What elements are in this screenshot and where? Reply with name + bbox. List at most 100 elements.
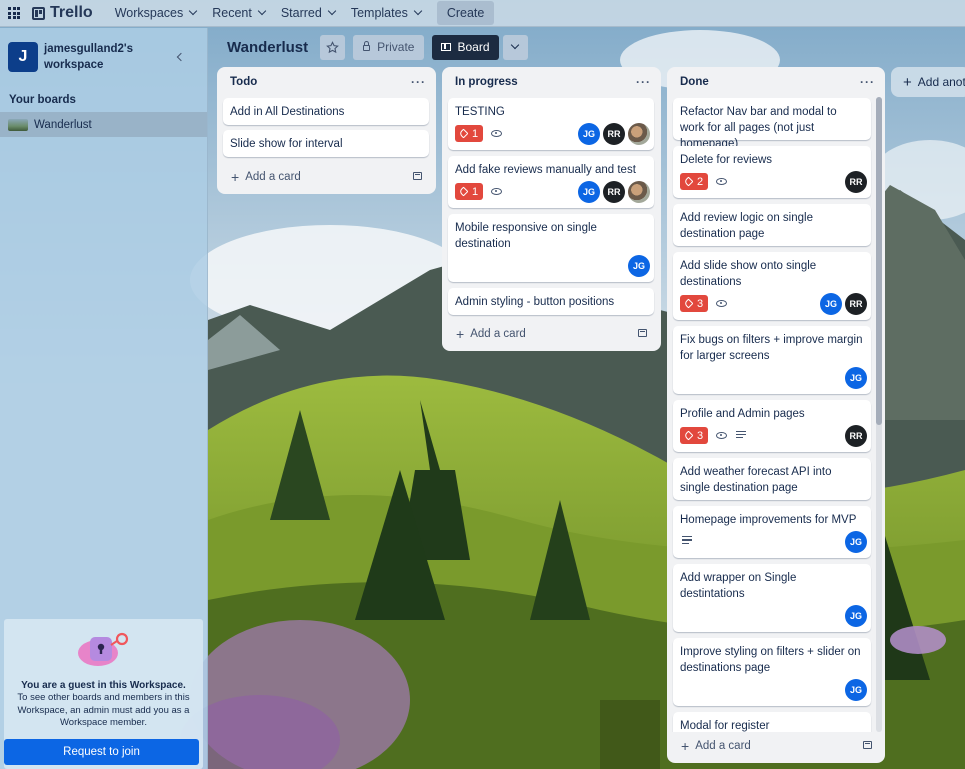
watch-icon xyxy=(716,300,728,307)
card-title: Homepage improvements for MVP xyxy=(680,514,857,526)
card-title: Improve styling on filters + slider on d… xyxy=(680,646,861,674)
avatar[interactable] xyxy=(628,181,650,203)
your-boards-heading: Your boards xyxy=(9,94,76,106)
list-menu-icon[interactable]: ··· xyxy=(636,75,651,89)
list-card[interactable]: Add weather forecast API into single des… xyxy=(673,458,871,500)
watch-icon xyxy=(716,432,728,439)
badge-count: 1 xyxy=(472,127,479,140)
add-card-label: Add a card xyxy=(245,171,301,183)
create-from-template-icon[interactable] xyxy=(863,741,872,749)
badge-count: 2 xyxy=(697,175,704,188)
watch-icon xyxy=(491,130,503,137)
collapse-sidebar-icon[interactable] xyxy=(176,52,186,62)
card-title: Add slide show onto single destinations xyxy=(680,260,817,288)
workspace-sidebar: J jamesgulland2's workspace Your boards … xyxy=(0,28,208,769)
list-card[interactable]: Add wrapper on Single destintations JG xyxy=(673,564,871,632)
list-card[interactable]: Profile and Admin pages 3 RR xyxy=(673,400,871,452)
avatar[interactable]: RR xyxy=(603,123,625,145)
watch-icon xyxy=(491,188,503,195)
chevron-down-icon xyxy=(188,6,198,16)
comment-badge: 3 xyxy=(680,295,709,312)
card-title: Add weather forecast API into single des… xyxy=(680,466,832,494)
list-card[interactable]: Fix bugs on filters + improve margin for… xyxy=(673,326,871,394)
list-card[interactable]: Delete for reviews 2 RR xyxy=(673,146,871,198)
list-card[interactable]: Refactor Nav bar and modal to work for a… xyxy=(673,98,871,150)
guest-lock-illustration xyxy=(77,632,128,666)
create-from-template-icon[interactable] xyxy=(413,172,422,180)
list-card[interactable]: Mobile responsive on single destination … xyxy=(448,214,654,282)
board-title[interactable]: Wanderlust xyxy=(227,39,308,56)
workspace-avatar[interactable]: J xyxy=(8,42,38,72)
tag-icon xyxy=(683,430,694,441)
list-card[interactable]: Add slide show onto single destinations … xyxy=(673,252,871,320)
trello-logo[interactable]: Trello xyxy=(32,4,93,22)
avatar[interactable]: JG xyxy=(845,367,867,389)
avatar[interactable]: JG xyxy=(820,293,842,315)
list-card[interactable]: TESTING 1 JG RR xyxy=(448,98,654,150)
list-card[interactable]: Homepage improvements for MVP JG xyxy=(673,506,871,558)
avatar[interactable]: JG xyxy=(845,605,867,627)
list-card[interactable]: Improve styling on filters + slider on d… xyxy=(673,638,871,706)
nav-starred-label: Starred xyxy=(280,6,322,20)
workspace-name[interactable]: jamesgulland2's workspace xyxy=(44,41,164,73)
chevron-down-icon xyxy=(413,6,423,16)
badge-count: 3 xyxy=(697,297,704,310)
list-card[interactable]: Modal for register xyxy=(673,712,871,732)
avatar[interactable]: JG xyxy=(845,531,867,553)
avatar[interactable]: JG xyxy=(628,255,650,277)
scrollbar-thumb[interactable] xyxy=(876,97,882,425)
tag-icon xyxy=(458,186,469,197)
avatar[interactable]: JG xyxy=(578,181,600,203)
add-card-button[interactable]: + Add a card xyxy=(456,326,526,342)
avatar[interactable]: RR xyxy=(845,425,867,447)
nav-templates[interactable]: Templates xyxy=(343,0,429,27)
list-card[interactable]: Add review logic on single destination p… xyxy=(673,204,871,246)
add-card-button[interactable]: + Add a card xyxy=(681,738,751,754)
card-title: Add review logic on single destination p… xyxy=(680,212,813,240)
visibility-button[interactable]: Private xyxy=(353,34,425,60)
avatar[interactable] xyxy=(628,123,650,145)
nav-recent-label: Recent xyxy=(212,6,252,20)
card-title: Admin styling - button positions xyxy=(455,296,615,308)
list-card[interactable]: Add in All Destinations xyxy=(223,98,429,125)
list-scrollbar[interactable] xyxy=(876,97,882,732)
nav-workspaces[interactable]: Workspaces xyxy=(107,0,205,27)
nav-templates-label: Templates xyxy=(350,6,408,20)
add-list-button[interactable]: + Add anot xyxy=(891,67,965,97)
board-thumbnail xyxy=(8,118,28,131)
add-card-button[interactable]: + Add a card xyxy=(231,169,301,185)
list-card[interactable]: Slide show for interval xyxy=(223,130,429,157)
request-to-join-button[interactable]: Request to join xyxy=(4,739,199,765)
list-title[interactable]: Todo xyxy=(230,76,257,88)
view-switcher-button[interactable] xyxy=(502,34,528,60)
avatar[interactable]: RR xyxy=(603,181,625,203)
list-card[interactable]: Admin styling - button positions xyxy=(448,288,654,315)
list-todo: Todo ··· Add in All Destinations Slide s… xyxy=(217,67,436,194)
add-card-label: Add a card xyxy=(695,740,751,752)
avatar[interactable]: RR xyxy=(845,171,867,193)
comment-badge: 2 xyxy=(680,173,709,190)
card-title: Add fake reviews manually and test xyxy=(455,164,636,176)
create-button[interactable]: Create xyxy=(436,1,495,25)
list-menu-icon[interactable]: ··· xyxy=(411,75,426,89)
nav-recent[interactable]: Recent xyxy=(204,0,273,27)
star-board-button[interactable] xyxy=(320,34,346,60)
card-title: Refactor Nav bar and modal to work for a… xyxy=(680,106,837,150)
list-title[interactable]: In progress xyxy=(455,76,518,88)
nav-starred[interactable]: Starred xyxy=(273,0,343,27)
card-title: Profile and Admin pages xyxy=(680,408,805,420)
comment-badge: 3 xyxy=(680,427,709,444)
tag-icon xyxy=(458,128,469,139)
sidebar-item-wanderlust[interactable]: Wanderlust xyxy=(0,112,207,137)
workspace-header: J jamesgulland2's workspace xyxy=(0,28,207,84)
avatar[interactable]: JG xyxy=(578,123,600,145)
board-view-button[interactable]: Board xyxy=(432,34,499,60)
create-from-template-icon[interactable] xyxy=(638,329,647,337)
app-switcher-icon[interactable] xyxy=(8,7,20,19)
board-view-label: Board xyxy=(457,40,490,54)
list-in-progress: In progress ··· TESTING 1 JG RR Add fake… xyxy=(442,67,661,351)
nav-workspaces-label: Workspaces xyxy=(114,6,184,20)
avatar[interactable]: RR xyxy=(845,293,867,315)
list-card[interactable]: Add fake reviews manually and test 1 JG … xyxy=(448,156,654,208)
avatar[interactable]: JG xyxy=(845,679,867,701)
